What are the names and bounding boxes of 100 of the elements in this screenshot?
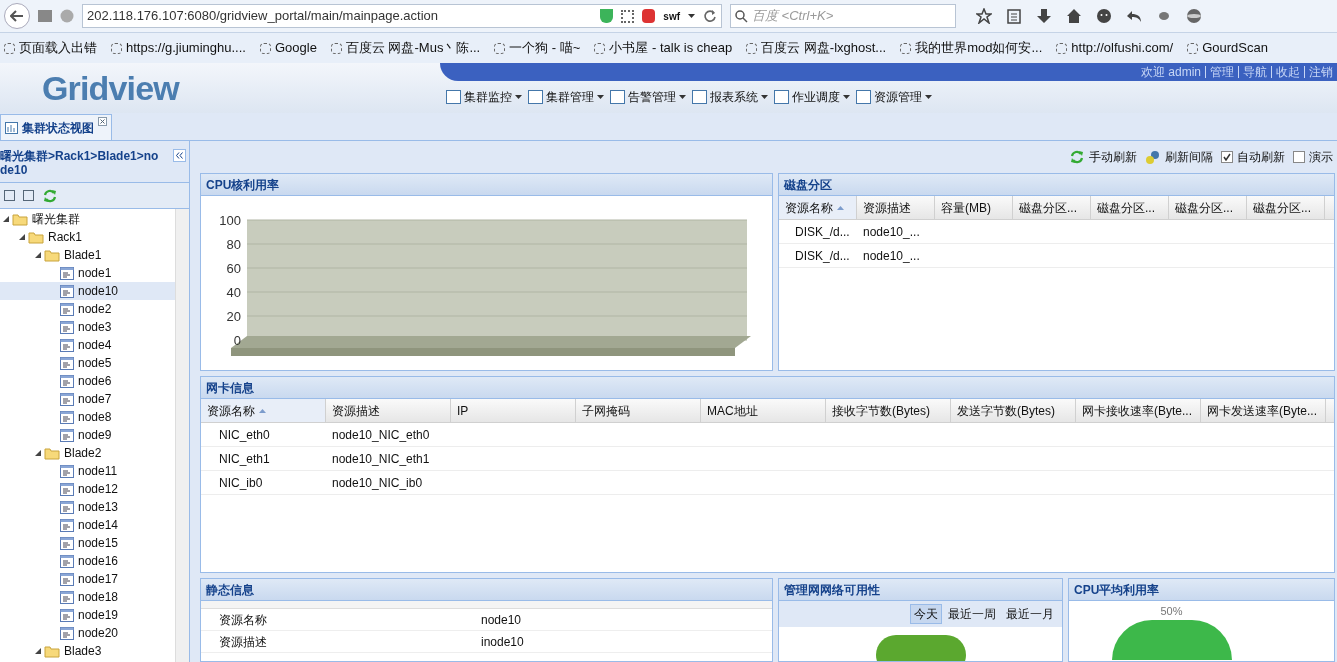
- caret-icon: [688, 14, 695, 18]
- refresh-button[interactable]: 手动刷新: [1069, 148, 1137, 166]
- menu-button[interactable]: 告警管理: [610, 88, 686, 106]
- tree-item[interactable]: node17: [0, 570, 175, 588]
- user-link[interactable]: 欢迎 admin: [1140, 66, 1201, 78]
- close-icon[interactable]: [98, 117, 107, 126]
- tree-item[interactable]: node12: [0, 480, 175, 498]
- tree-item[interactable]: node7: [0, 390, 175, 408]
- home-icon[interactable]: [1066, 8, 1082, 24]
- bookmark-link[interactable]: https://g.jiuminghu....: [111, 38, 246, 58]
- tree-item[interactable]: node11: [0, 462, 175, 480]
- menu-button[interactable]: 报表系统: [692, 88, 768, 106]
- collapse-all-icon[interactable]: [23, 190, 34, 201]
- scrollbar[interactable]: [175, 209, 189, 662]
- tree-item[interactable]: node4: [0, 336, 175, 354]
- bookmark-link[interactable]: Google: [259, 38, 317, 58]
- menu-button[interactable]: 集群管理: [528, 88, 604, 106]
- user-link[interactable]: 收起: [1271, 66, 1300, 78]
- column-header[interactable]: 网卡接收速率(Byte...: [1076, 399, 1201, 422]
- star-icon[interactable]: [976, 8, 992, 24]
- range-button[interactable]: 最近一周: [944, 604, 1000, 624]
- interval-button[interactable]: 刷新间隔: [1145, 148, 1213, 166]
- collapse-button[interactable]: [173, 149, 186, 162]
- shield-icon: [600, 9, 614, 23]
- tree-item[interactable]: Rack1: [0, 228, 175, 246]
- column-header[interactable]: 资源名称: [779, 196, 857, 219]
- tree-item[interactable]: Blade1: [0, 246, 175, 264]
- user-link[interactable]: 注销: [1304, 66, 1333, 78]
- chat-icon[interactable]: [1096, 8, 1112, 24]
- tree-item[interactable]: 曙光集群: [0, 210, 175, 228]
- column-header[interactable]: 资源名称: [201, 399, 326, 422]
- panel-title: 网卡信息: [206, 379, 254, 397]
- tree-item[interactable]: node8: [0, 408, 175, 426]
- tree-item[interactable]: node16: [0, 552, 175, 570]
- column-header[interactable]: 发送字节数(Bytes): [951, 399, 1076, 422]
- menu-button[interactable]: 作业调度: [774, 88, 850, 106]
- column-header[interactable]: 磁盘分区...: [1247, 196, 1325, 219]
- list-icon[interactable]: [1006, 8, 1022, 24]
- tree-item[interactable]: node10: [0, 282, 175, 300]
- search-field[interactable]: 百度 <Ctrl+K>: [730, 4, 956, 28]
- checkbox[interactable]: [1293, 151, 1305, 163]
- column-header[interactable]: 磁盘分区...: [1013, 196, 1091, 219]
- expander-icon[interactable]: [18, 233, 26, 241]
- column-header[interactable]: 磁盘分区...: [1091, 196, 1169, 219]
- tree-item[interactable]: node20: [0, 624, 175, 642]
- caret-icon: [761, 95, 768, 99]
- server-icon: [60, 590, 74, 604]
- reload-icon[interactable]: [703, 9, 717, 23]
- tree-item[interactable]: node19: [0, 606, 175, 624]
- menu-button[interactable]: 集群监控: [446, 88, 522, 106]
- tree-item[interactable]: node6: [0, 372, 175, 390]
- user-link[interactable]: 导航: [1238, 66, 1267, 78]
- tab[interactable]: 集群状态视图: [0, 114, 112, 140]
- refresh-icon[interactable]: [42, 187, 58, 204]
- folder-icon: [44, 248, 60, 262]
- menu-button[interactable]: 资源管理: [856, 88, 932, 106]
- expand-all-icon[interactable]: [4, 190, 15, 201]
- tree-label: node11: [78, 463, 118, 480]
- tree-item[interactable]: Blade2: [0, 444, 175, 462]
- column-header[interactable]: 子网掩码: [576, 399, 701, 422]
- back-button[interactable]: [4, 3, 30, 29]
- axis-label: 80: [225, 236, 241, 254]
- bookmark-link[interactable]: 我的世界mod如何安...: [900, 38, 1043, 58]
- checkbox[interactable]: [1221, 151, 1233, 163]
- column-header[interactable]: 网卡发送速率(Byte...: [1201, 399, 1326, 422]
- bookmark-link[interactable]: 百度云 网盘-lxghost...: [746, 38, 887, 58]
- user-link[interactable]: 管理: [1205, 66, 1234, 78]
- tree-item[interactable]: Blade3: [0, 642, 175, 660]
- tree-item[interactable]: node3: [0, 318, 175, 336]
- tree-item[interactable]: node5: [0, 354, 175, 372]
- tree-item[interactable]: node15: [0, 534, 175, 552]
- tree-item[interactable]: node1: [0, 264, 175, 282]
- search-input[interactable]: 百度 <Ctrl+K>: [752, 6, 951, 26]
- tree-item[interactable]: node9: [0, 426, 175, 444]
- column-header[interactable]: MAC地址: [701, 399, 826, 422]
- panel-title: 静态信息: [206, 581, 254, 599]
- expander-icon[interactable]: [2, 215, 10, 223]
- range-button[interactable]: 最近一月: [1002, 604, 1058, 624]
- bookmark-link[interactable]: GourdScan: [1187, 38, 1268, 58]
- download-icon[interactable]: [1036, 8, 1052, 24]
- bookmark-link[interactable]: 百度云 网盘-Mus丶陈...: [330, 38, 481, 58]
- tree-item[interactable]: node13: [0, 498, 175, 516]
- column-header[interactable]: IP: [451, 399, 576, 422]
- range-button[interactable]: 今天: [910, 604, 942, 624]
- column-header[interactable]: 资源描述: [326, 399, 451, 422]
- column-header[interactable]: 容量(MB): [935, 196, 1013, 219]
- bookmark-link[interactable]: 一个狗 - 喵~: [494, 38, 581, 58]
- tree-item[interactable]: node18: [0, 588, 175, 606]
- column-header[interactable]: 接收字节数(Bytes): [826, 399, 951, 422]
- column-header[interactable]: 资源描述: [857, 196, 935, 219]
- bookmark-link[interactable]: http://olfushi.com/: [1056, 38, 1174, 58]
- column-header[interactable]: 磁盘分区...: [1169, 196, 1247, 219]
- address-bar[interactable]: 202.118.176.107:6080/gridview_portal/main/mainpage.action swf: [82, 4, 722, 28]
- tree-item[interactable]: node2: [0, 300, 175, 318]
- expander-icon[interactable]: [34, 251, 42, 259]
- tree-item[interactable]: node14: [0, 516, 175, 534]
- bookmark-link[interactable]: 页面载入出错: [4, 38, 97, 58]
- bookmark-link[interactable]: 小书屋 - talk is cheap: [594, 38, 733, 58]
- expander-icon[interactable]: [34, 647, 42, 655]
- expander-icon[interactable]: [34, 449, 42, 457]
